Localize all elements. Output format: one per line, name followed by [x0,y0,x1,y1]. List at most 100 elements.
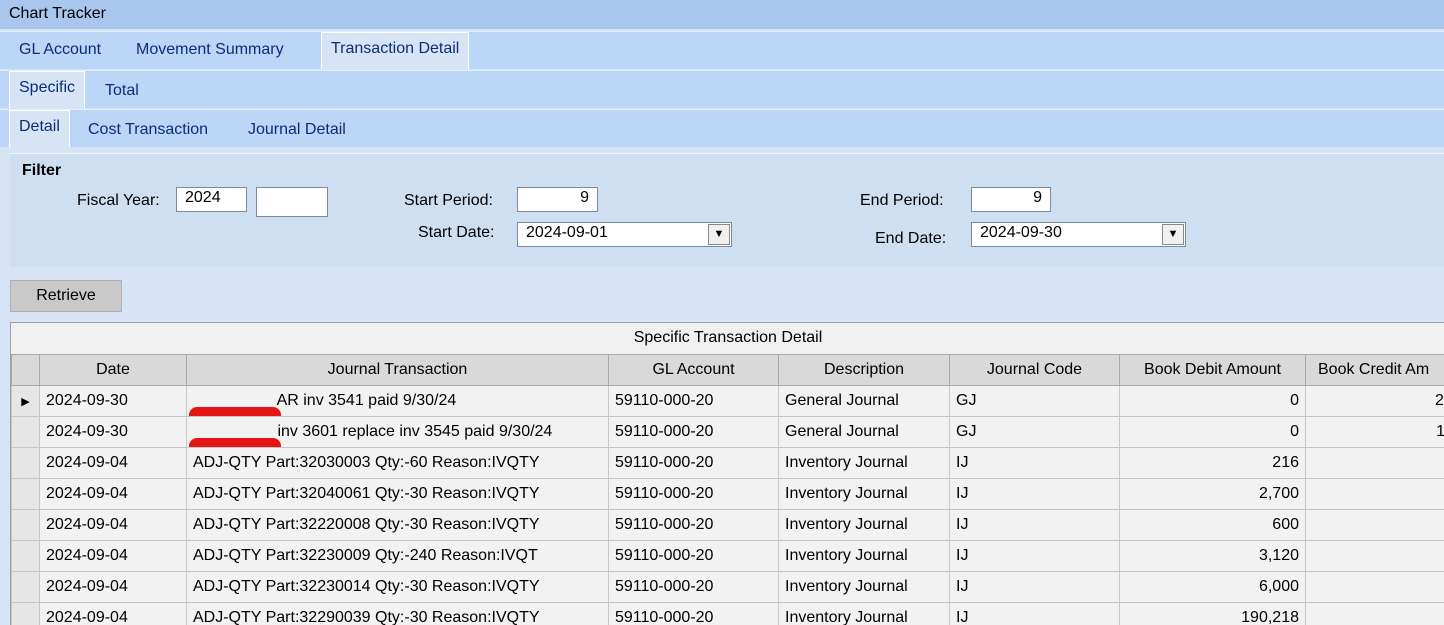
table-row[interactable]: 2024-09-04 ADJ-QTY Part:32230014 Qty:-30 … [11,571,1444,603]
table-cell[interactable]: 59110-000-20 [608,571,779,603]
table-cell[interactable]: 2024-09-30 [39,385,187,417]
table-cell[interactable]: 3,120 [1119,540,1306,572]
table-cell[interactable]: GJ [949,385,1120,417]
table-cell[interactable]: ADJ-QTY Part:32220008 Qty:-30 Reason:IVQ… [186,509,609,541]
table-cell[interactable]: 6,000 [1119,571,1306,603]
start-period-input[interactable]: 9 [517,187,598,212]
table-cell[interactable]: IJ [949,540,1120,572]
table-row[interactable]: 2024-09-04 ADJ-QTY Part:32220008 Qty:-30 … [11,509,1444,541]
filter-title: Filter [22,162,62,179]
table-cell[interactable]: IJ [949,447,1120,479]
chevron-down-icon[interactable]: ▼ [1162,224,1184,245]
end-period-input[interactable]: 9 [971,187,1051,212]
table-cell[interactable]: ADJ-QTY Part:32230009 Qty:-240 Reason:IV… [186,540,609,572]
table-cell[interactable]: Inventory Journal [778,602,950,625]
column-header-date[interactable]: Date [39,354,187,386]
table-cell[interactable]: 59110-000-20 [608,416,779,448]
table-cell[interactable]: Inventory Journal [778,447,950,479]
start-date-select[interactable]: 2024-09-01 ▼ [517,222,732,247]
table-row[interactable]: 2024-09-04 ADJ-QTY Part:32030003 Qty:-60 … [11,447,1444,479]
table-cell[interactable]: IJ [949,478,1120,510]
table-cell[interactable]: ADJ-QTY Part:32040061 Qty:-30 Reason:IVQ… [186,478,609,510]
table-cell[interactable]: 59110-000-20 [608,509,779,541]
table-cell[interactable]: Inventory Journal [778,509,950,541]
row-selector[interactable] [11,571,40,603]
table-row[interactable]: 2024-09-04 ADJ-QTY Part:32040061 Qty:-30 … [11,478,1444,510]
table-cell[interactable]: 11,23 [1305,416,1444,448]
table-cell[interactable]: Inventory Journal [778,478,950,510]
row-selector[interactable] [11,478,40,510]
column-header-book-credit-amount[interactable]: Book Credit Am [1305,354,1444,386]
table-cell[interactable]: IJ [949,571,1120,603]
table-cell[interactable]: 2024-09-04 [39,509,187,541]
table-cell[interactable]: 2024-09-04 [39,447,187,479]
column-header-gl-account[interactable]: GL Account [608,354,779,386]
column-header-journal-code[interactable]: Journal Code [949,354,1120,386]
tab-gl-account[interactable]: GL Account [19,32,101,69]
table-cell[interactable]: 2,700 [1119,478,1306,510]
tab-journal-detail[interactable]: Journal Detail [248,110,346,147]
table-cell[interactable] [1305,509,1444,541]
table-cell[interactable]: ADJ-QTY Part:32230014 Qty:-30 Reason:IVQ… [186,571,609,603]
table-row[interactable]: ▶ 2024-09-30 AR inv 3541 paid 9/30/24 5911… [11,385,1444,417]
row-selector[interactable] [11,509,40,541]
table-cell[interactable]: 2024-09-04 [39,478,187,510]
row-selector[interactable] [11,602,40,625]
table-cell[interactable]: IJ [949,509,1120,541]
table-cell[interactable]: 59110-000-20 [608,602,779,625]
table-cell[interactable]: 2024-09-04 [39,540,187,572]
end-date-select[interactable]: 2024-09-30 ▼ [971,222,1186,247]
table-cell[interactable]: 2024-09-04 [39,571,187,603]
row-selector[interactable] [11,416,40,448]
tab-movement-summary[interactable]: Movement Summary [136,32,284,69]
cell-text: Inventory Journal [785,516,908,533]
row-selector[interactable] [11,540,40,572]
table-cell[interactable]: ADJ-QTY Part:32290039 Qty:-30 Reason:IVQ… [186,602,609,625]
chevron-down-icon[interactable]: ▼ [708,224,730,245]
tab-detail[interactable]: Detail [9,110,70,147]
table-row[interactable]: 2024-09-04 ADJ-QTY Part:32290039 Qty:-30 … [11,602,1444,625]
table-cell[interactable]: 0 [1119,385,1306,417]
retrieve-button[interactable]: Retrieve [10,280,122,312]
cell-text: 2024-09-04 [46,578,128,595]
table-cell[interactable]: General Journal [778,416,950,448]
current-row-arrow-icon[interactable]: ▶ [11,385,40,417]
table-cell[interactable]: AR inv 3541 paid 9/30/24 [186,385,609,417]
tab-cost-transaction[interactable]: Cost Transaction [88,110,208,147]
start-date-value: 2024-09-01 [526,224,608,241]
table-cell[interactable]: 600 [1119,509,1306,541]
table-cell[interactable]: Inventory Journal [778,540,950,572]
fiscal-year-input[interactable]: 2024 [176,187,247,212]
table-cell[interactable]: 25,89 [1305,385,1444,417]
table-cell[interactable]: 190,218 [1119,602,1306,625]
row-selector[interactable] [11,447,40,479]
table-cell[interactable]: 2024-09-04 [39,602,187,625]
column-header-journal-transaction[interactable]: Journal Transaction [186,354,609,386]
fiscal-year-extra-input[interactable] [256,187,328,217]
table-cell[interactable]: GJ [949,416,1120,448]
column-header-description[interactable]: Description [778,354,950,386]
tab-transaction-detail[interactable]: Transaction Detail [321,32,470,69]
table-row[interactable]: 2024-09-04 ADJ-QTY Part:32230009 Qty:-240… [11,540,1444,572]
table-cell[interactable] [1305,540,1444,572]
table-cell[interactable]: General Journal [778,385,950,417]
table-cell[interactable]: ADJ-QTY Part:32030003 Qty:-60 Reason:IVQ… [186,447,609,479]
tab-total[interactable]: Total [105,71,139,108]
table-cell[interactable] [1305,478,1444,510]
table-cell[interactable]: inv 3601 replace inv 3545 paid 9/30/24 [186,416,609,448]
table-cell[interactable]: IJ [949,602,1120,625]
table-cell[interactable]: Inventory Journal [778,571,950,603]
table-cell[interactable]: 216 [1119,447,1306,479]
table-cell[interactable]: 59110-000-20 [608,385,779,417]
table-cell[interactable]: 59110-000-20 [608,540,779,572]
table-cell[interactable]: 0 [1119,416,1306,448]
table-cell[interactable] [1305,447,1444,479]
table-cell[interactable]: 59110-000-20 [608,478,779,510]
table-cell[interactable] [1305,602,1444,625]
table-cell[interactable] [1305,571,1444,603]
column-header-book-debit-amount[interactable]: Book Debit Amount [1119,354,1306,386]
table-cell[interactable]: 59110-000-20 [608,447,779,479]
table-row[interactable]: 2024-09-30 inv 3601 replace inv 3545 pai… [11,416,1444,448]
table-cell[interactable]: 2024-09-30 [39,416,187,448]
tab-specific[interactable]: Specific [9,71,86,108]
